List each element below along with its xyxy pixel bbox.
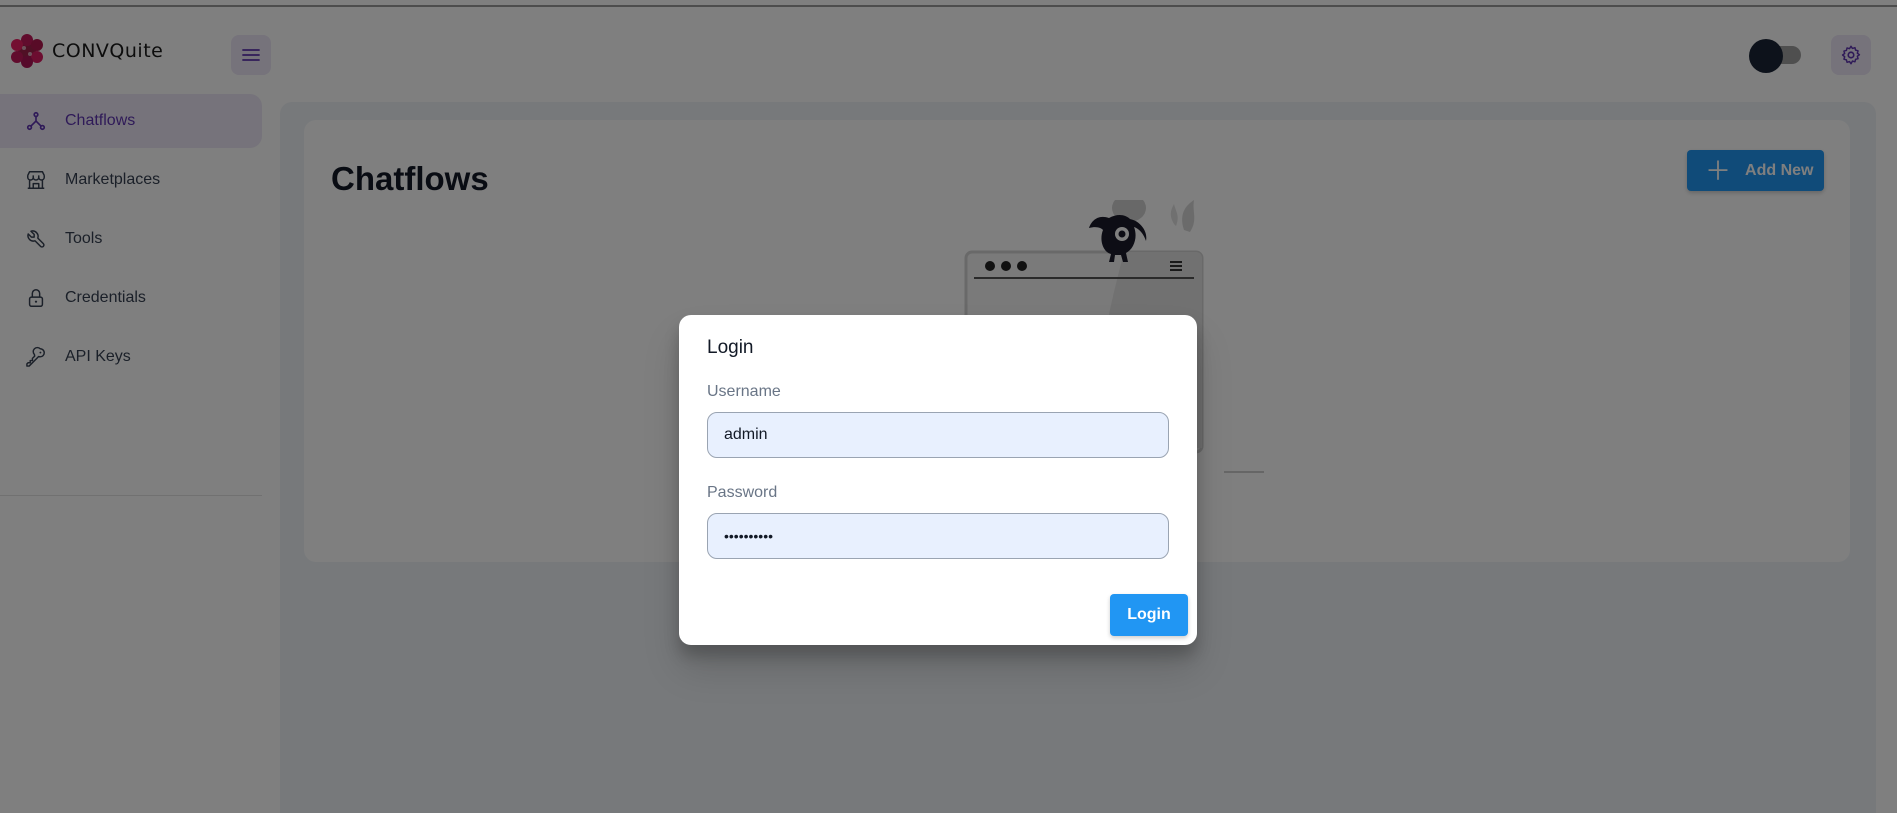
username-value: admin xyxy=(724,426,768,443)
password-field[interactable]: •••••••••• xyxy=(707,513,1169,559)
dialog-title: Login xyxy=(707,337,754,358)
login-button[interactable]: Login xyxy=(1110,594,1188,636)
username-label: Username xyxy=(707,383,781,400)
password-label: Password xyxy=(707,484,778,501)
password-value: •••••••••• xyxy=(724,528,774,544)
login-dialog: Login Username admin Password ••••••••••… xyxy=(679,315,1197,645)
username-field[interactable]: admin xyxy=(707,412,1169,458)
